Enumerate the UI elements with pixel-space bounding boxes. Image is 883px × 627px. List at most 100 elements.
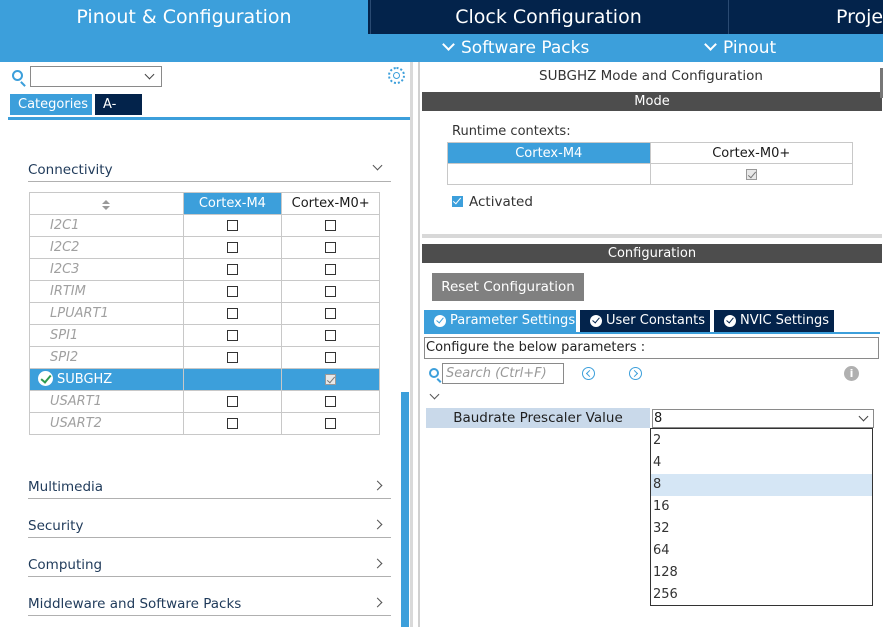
peripheral-name[interactable]: I2C3 [29,258,184,281]
m4-checkbox[interactable] [226,264,238,275]
tab-nvic-settings[interactable]: NVIC Settings [714,310,834,332]
reset-configuration-button[interactable]: Reset Configuration [432,273,584,301]
m0-checkbox[interactable] [325,242,337,253]
dropdown-option[interactable]: 16 [651,496,872,518]
table-row-selected[interactable]: SUBGHZ [29,368,380,391]
gear-icon[interactable] [388,67,405,84]
group-multimedia[interactable]: Multimedia [28,479,391,499]
m4-checkbox[interactable] [226,396,238,407]
group-label: Multimedia [28,479,104,495]
prescaler-dropdown-list: 2 4 8 16 32 64 128 256 [650,428,873,606]
table-row[interactable]: IRTIM [29,280,380,303]
peripheral-table: Cortex-M4 Cortex-M0+ I2C1 I2C2 I2C3 IRTI… [29,192,380,435]
peripheral-name[interactable]: I2C2 [29,236,184,259]
software-packs-menu[interactable]: Software Packs [442,34,589,62]
table-row[interactable]: SPI2 [29,346,380,369]
tab-a-to-z[interactable]: A->Z [95,94,142,133]
peripheral-name[interactable]: LPUART1 [29,302,184,325]
table-row[interactable]: LPUART1 [29,302,380,325]
runtime-contexts-label: Runtime contexts: [452,124,571,139]
configuration-header: Configuration [422,244,882,263]
dropdown-option[interactable]: 2 [651,430,872,452]
search-icon [12,70,23,81]
tab-user-constants[interactable]: User Constants [580,310,710,332]
header-cortex-m4[interactable]: Cortex-M4 [182,192,283,215]
m0-checkbox[interactable] [325,396,337,407]
dropdown-option-selected[interactable]: 8 [651,474,872,496]
m0-checkbox[interactable] [325,308,337,319]
mode-header: Mode [422,92,882,111]
tab-clock-configuration[interactable]: Clock Configuration [370,0,726,34]
software-packs-label: Software Packs [461,38,590,58]
parameter-search-input[interactable]: Search (Ctrl+F) [442,363,564,384]
activated-option[interactable]: Activated [452,194,533,210]
chevron-down-icon [442,38,455,51]
activated-checkbox[interactable] [452,195,463,207]
header-cortex-m0[interactable]: Cortex-M0+ [281,192,380,215]
group-computing[interactable]: Computing [28,557,391,577]
table-row[interactable]: I2C2 [29,236,380,259]
tab-label: NVIC Settings [740,313,829,328]
chevron-down-icon [704,38,717,51]
tab-parameter-settings[interactable]: Parameter Settings [424,310,576,332]
peripheral-name[interactable]: SUBGHZ [29,368,184,391]
table-row[interactable]: I2C1 [29,214,380,237]
group-security[interactable]: Security [28,518,391,538]
m0-checkbox[interactable] [325,352,337,363]
group-middleware[interactable]: Middleware and Software Packs [28,596,391,616]
check-circle-icon [434,315,446,327]
m0-checkbox[interactable] [325,374,337,385]
group-label: Security [28,518,84,534]
info-icon[interactable]: i [844,366,859,381]
table-row[interactable]: USART1 [29,390,380,413]
table-row[interactable]: I2C3 [29,258,380,281]
dropdown-option[interactable]: 4 [651,452,872,474]
baudrate-prescaler-select[interactable]: 8 [652,409,874,428]
peripheral-label: SUBGHZ [57,372,113,387]
next-match-icon[interactable] [629,367,642,380]
pane-divider[interactable] [410,62,413,627]
categories-pane: Categories A->Z Connectivity Cortex-M4 C… [0,62,413,627]
chevron-down-icon[interactable] [144,69,155,80]
peripheral-name[interactable]: USART1 [29,390,184,413]
previous-match-icon[interactable] [582,367,595,380]
group-connectivity[interactable]: Connectivity [28,160,391,182]
sort-icon [102,200,111,210]
peripheral-name[interactable]: SPI2 [29,346,184,369]
m0-checkbox[interactable] [325,418,337,429]
m4-checkbox[interactable] [226,418,238,429]
tab-project-manager[interactable]: Proje [728,0,883,34]
m0-context-checkbox[interactable] [745,168,757,180]
peripheral-name[interactable]: IRTIM [29,280,184,303]
dropdown-option[interactable]: 128 [651,562,872,584]
m0-checkbox[interactable] [325,286,337,297]
chevron-down-icon[interactable] [429,389,440,400]
table-row[interactable]: SPI1 [29,324,380,347]
peripheral-name[interactable]: SPI1 [29,324,184,347]
peripheral-name[interactable]: I2C1 [29,214,184,237]
m4-checkbox[interactable] [226,242,238,253]
configure-parameters-label: Configure the below parameters : [424,337,879,359]
m4-checkbox[interactable] [226,220,238,231]
peripheral-name[interactable]: USART2 [29,412,184,435]
m0-checkbox[interactable] [325,220,337,231]
m0-checkbox[interactable] [325,264,337,275]
m4-checkbox[interactable] [226,330,238,341]
m4-checkbox[interactable] [226,286,238,297]
m0-checkbox[interactable] [325,330,337,341]
context-cortex-m4[interactable]: Cortex-M4 [447,142,651,164]
tab-categories[interactable]: Categories [10,94,92,115]
vertical-scrollbar[interactable] [401,392,409,627]
m4-checkbox[interactable] [226,352,238,363]
tab-pinout-configuration[interactable]: Pinout & Configuration [0,0,368,34]
table-row[interactable]: USART2 [29,412,380,435]
dropdown-option[interactable]: 256 [651,584,872,606]
m4-checkbox[interactable] [226,308,238,319]
dropdown-option[interactable]: 64 [651,540,872,562]
chevron-right-icon [372,558,383,569]
dropdown-option[interactable]: 32 [651,518,872,540]
sort-header[interactable] [29,192,184,215]
pinout-menu[interactable]: Pinout [704,34,776,62]
category-search-combo[interactable] [30,66,162,87]
context-cortex-m0[interactable]: Cortex-M0+ [649,142,853,164]
